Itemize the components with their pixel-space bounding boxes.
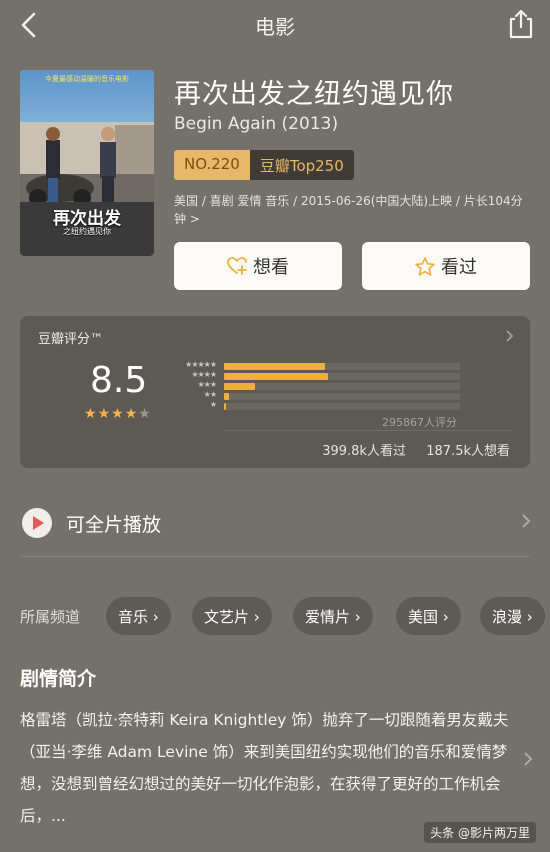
- channel-chip[interactable]: 美国 ›: [396, 597, 461, 635]
- want-count: 187.5k人想看: [426, 444, 510, 459]
- star-icon: ★: [124, 406, 139, 422]
- rating-stars: ★★★★★: [84, 406, 152, 422]
- movie-title-english: Begin Again (2013): [174, 114, 339, 134]
- chevron-right-icon: [506, 330, 514, 342]
- synopsis-title: 剧情简介: [20, 668, 97, 690]
- star-icon: ★: [84, 406, 98, 422]
- divider: [20, 556, 530, 557]
- distribution-stars-label: ★★★★★: [185, 360, 217, 369]
- watermark: 头条 @影片两万里: [424, 822, 536, 843]
- distribution-track: [224, 363, 460, 370]
- seen-count: 399.8k人看过: [322, 444, 406, 459]
- star-icon: ★: [111, 406, 125, 422]
- distribution-bar: [224, 363, 326, 370]
- share-icon[interactable]: [506, 7, 536, 41]
- star-outline-icon: [415, 256, 435, 276]
- distribution-track: [224, 383, 460, 390]
- douban-rating-card[interactable]: 豆瓣评分™ 8.5 ★★★★★ ★★★★★ ★★★★ ★★★ ★★ ★ 295867人评…: [20, 316, 530, 468]
- channel-chip[interactable]: 文艺片 ›: [192, 597, 272, 635]
- rating-count: 295867人评分: [382, 416, 457, 429]
- distribution-bar: [224, 373, 328, 380]
- distribution-bar: [224, 383, 255, 390]
- distribution-stars-label: ★★★: [197, 380, 217, 389]
- heart-plus-icon: [227, 257, 247, 275]
- play-full-movie-row[interactable]: 可全片播放: [20, 498, 530, 548]
- channel-chip[interactable]: 浪漫 ›: [480, 597, 545, 635]
- distribution-bar: [224, 393, 229, 400]
- play-icon: [22, 508, 52, 538]
- rating-label: 豆瓣评分™: [38, 332, 104, 347]
- rating-score: 8.5: [90, 360, 148, 401]
- distribution-bar: [224, 403, 227, 410]
- distribution-stars-label: ★: [209, 400, 217, 409]
- nav-bar: 电影: [0, 0, 550, 48]
- divider: [224, 430, 512, 431]
- rank-list-name: 豆瓣Top250: [249, 150, 354, 180]
- star-icon: ★: [97, 406, 112, 422]
- page-title: 电影: [255, 15, 295, 39]
- distribution-stars-label: ★★: [203, 390, 217, 399]
- movie-meta-info[interactable]: 美国 / 喜剧 爱情 音乐 / 2015-06-26(中国大陆)上映 / 片长1…: [174, 192, 529, 228]
- top250-badge[interactable]: NO.220 豆瓣Top250: [174, 150, 354, 180]
- distribution-track: [224, 403, 460, 410]
- channel-chip[interactable]: 音乐 ›: [106, 597, 171, 635]
- channels-label: 所属频道: [20, 608, 81, 626]
- distribution-track: [224, 393, 460, 400]
- distribution-track: [224, 373, 460, 380]
- chevron-right-icon[interactable]: [524, 752, 532, 766]
- poster-subtitle: 之纽约遇见你: [63, 227, 111, 236]
- seen-want-stats: 399.8k人看过 187.5k人想看: [322, 440, 510, 459]
- watched-button[interactable]: 看过: [362, 242, 530, 290]
- chevron-right-icon: [522, 514, 530, 528]
- distribution-stars-label: ★★★★: [191, 370, 217, 379]
- movie-title: 再次出发之纽约遇见你: [174, 79, 454, 110]
- want-to-watch-button[interactable]: 想看: [174, 242, 342, 290]
- channel-chip[interactable]: 爱情片 ›: [293, 597, 373, 635]
- movie-poster[interactable]: 今夏最感动温暖的音乐电影 再次出发 之纽约遇见你: [20, 70, 154, 256]
- synopsis-text[interactable]: 格雷塔（凯拉·奈特莉 Keira Knightley 饰）抛弃了一切跟随着男友戴…: [20, 704, 510, 832]
- star-icon: ★: [138, 406, 152, 422]
- distribution-row: ★: [170, 400, 470, 412]
- play-full-movie-label: 可全片播放: [66, 514, 162, 536]
- watched-label: 看过: [441, 257, 477, 278]
- want-to-watch-label: 想看: [253, 257, 289, 278]
- rank-number: NO.220: [174, 150, 250, 180]
